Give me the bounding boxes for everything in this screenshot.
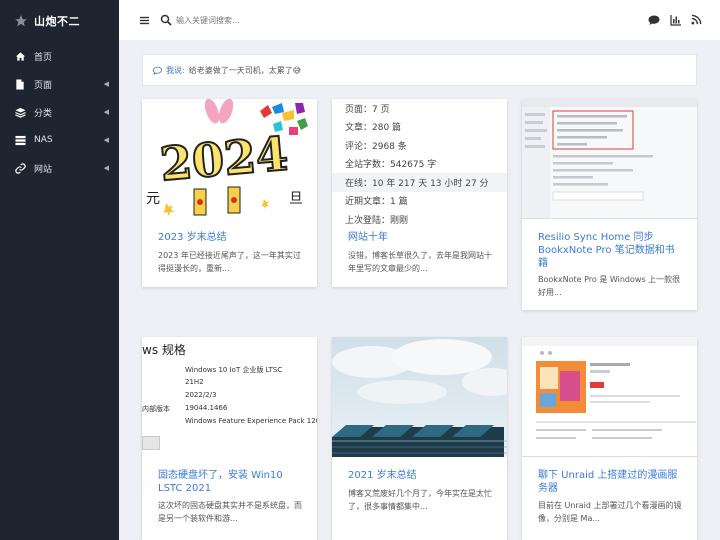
post-card[interactable]: ws 规格 Windows 10 IoT 企业版 LTSC 21H2 2022/… (142, 337, 317, 540)
sidebar-item-category[interactable]: 分类 ◀ (0, 98, 119, 126)
sidebar-item-label: 分类 (34, 108, 53, 119)
spec-install-date: 2022/2/3 (185, 391, 217, 399)
spec-version: 21H2 (185, 378, 204, 386)
chevron-left-icon: ◀ (103, 136, 109, 144)
chevron-left-icon: ◀ (103, 80, 109, 88)
sidebar-item-nas[interactable]: NAS ◀ (0, 126, 119, 154)
comment-icon (153, 66, 162, 75)
post-card[interactable]: 页面：7 页 文章：280 篇 评论：2968 条 全站字数：542675 字 … (332, 99, 507, 287)
home-icon (14, 50, 26, 62)
post-title[interactable]: Resilio Sync Home 同步 BookxNote Pro 笔记数据和… (538, 231, 683, 270)
chevron-left-icon: ◀ (103, 164, 109, 172)
post-card[interactable]: 2021 岁末总结 博客又荒废好几个月了，今年实在是太忙了，很多事情都集中... (332, 337, 507, 540)
post-excerpt: BookxNote Pro 是 Windows 上一款很好用... (538, 275, 681, 297)
post-excerpt: 博客又荒废好几个月了，今年实在是太忙了，很多事情都集中... (348, 489, 492, 511)
search-icon[interactable] (159, 13, 172, 26)
file-icon (14, 78, 26, 90)
post-thumbnail (332, 337, 507, 457)
post-thumbnail (522, 99, 697, 219)
announcement-bar: 我说: 给老婆做了一天司机，太累了😅 (142, 54, 697, 86)
brand[interactable]: 山炮不二 (0, 0, 119, 42)
stats-recent: 近期文章：1 篇 (345, 197, 408, 208)
post-title[interactable]: 固态硬盘坏了，安装 Win10 LSTC 2021 (158, 469, 303, 495)
art-left-char: 元 (146, 191, 160, 207)
stats-words: 全站字数：542675 字 (345, 160, 437, 171)
stats-posts: 文章：280 篇 (345, 123, 402, 134)
stats-uptime: 在线：10 年 217 天 13 小时 27 分 (332, 173, 507, 192)
star-icon (15, 15, 27, 27)
post-title[interactable]: 2023 岁末总结 (158, 231, 303, 244)
server-icon (14, 134, 26, 146)
post-excerpt: 这次坏的固态硬盘其实并不是系统盘，而是另一个装软件和游... (158, 501, 302, 523)
site-stats-panel: 页面：7 页 文章：280 篇 评论：2968 条 全站字数：542675 字 … (332, 99, 507, 229)
sidebar-item-pages[interactable]: 页面 ◀ (0, 70, 119, 98)
announcement-label[interactable]: 我说: (166, 65, 185, 76)
spec-experience: Windows Feature Experience Pack 120.22 (185, 417, 317, 425)
comment-icon[interactable] (647, 13, 660, 26)
spec-heading: ws 规格 (142, 343, 186, 357)
sidebar-item-sites[interactable]: 网站 ◀ (0, 154, 119, 182)
stats-last-login: 上次登陆：刚刚 (345, 215, 409, 226)
post-excerpt: 2023 年已经接近尾声了，这一年其实过得挺漫长的，重新... (158, 251, 301, 273)
link-icon (14, 162, 26, 174)
spec-button (142, 436, 160, 450)
stats-pages: 页面：7 页 (345, 104, 390, 115)
topbar (119, 0, 720, 40)
post-title[interactable]: 网站十年 (348, 231, 493, 244)
spec-build: 19044.1466 (185, 404, 228, 412)
post-thumbnail (522, 337, 697, 457)
post-excerpt: 目前在 Unraid 上部署过几个看漫画的镜像，分别是 Ma... (538, 501, 682, 523)
post-title[interactable]: 聊下 Unraid 上搭建过的漫画服务器 (538, 469, 683, 495)
sidebar-item-label: 页面 (34, 80, 53, 91)
sidebar-item-label: NAS (34, 135, 53, 145)
layers-icon (14, 106, 26, 118)
post-thumbnail: ws 规格 Windows 10 IoT 企业版 LTSC 21H2 2022/… (142, 337, 317, 457)
sidebar-item-home[interactable]: 首页 (0, 42, 119, 70)
rss-icon[interactable] (690, 13, 703, 26)
stats-comments: 评论：2968 条 (345, 141, 407, 152)
post-card[interactable]: 2024 元 旦 2023 岁末总结 2023 年已经接近尾声了，这一年其实过得… (142, 99, 317, 287)
sidebar-item-label: 首页 (34, 52, 53, 63)
post-card[interactable]: Resilio Sync Home 同步 BookxNote Pro 笔记数据和… (522, 99, 697, 310)
bar-chart-icon[interactable] (669, 13, 682, 26)
search-input[interactable] (176, 11, 376, 29)
sidebar-nav: 首页 页面 ◀ 分类 ◀ NAS ◀ 网站 ◀ (0, 42, 119, 182)
post-title[interactable]: 2021 岁末总结 (348, 469, 493, 482)
art-year: 2024 (158, 126, 290, 191)
menu-icon[interactable] (138, 14, 150, 26)
spec-build-label: 内部版本 (142, 405, 170, 413)
spec-edition: Windows 10 IoT 企业版 LTSC (185, 366, 283, 374)
sidebar: 山炮不二 首页 页面 ◀ 分类 ◀ NAS ◀ 网站 ◀ (0, 0, 119, 540)
post-thumbnail: 2024 元 旦 (142, 99, 317, 219)
chevron-left-icon: ◀ (103, 108, 109, 116)
sidebar-item-label: 网站 (34, 164, 53, 175)
art-right-char: 旦 (289, 191, 303, 207)
post-card[interactable]: 聊下 Unraid 上搭建过的漫画服务器 目前在 Unraid 上部署过几个看漫… (522, 337, 697, 540)
post-excerpt: 没错，博客长草很久了，去年是我网站十年里写的文章最少的... (348, 251, 492, 273)
site-title: 山炮不二 (34, 15, 80, 28)
announcement-message: 给老婆做了一天司机，太累了😅 (188, 65, 302, 75)
